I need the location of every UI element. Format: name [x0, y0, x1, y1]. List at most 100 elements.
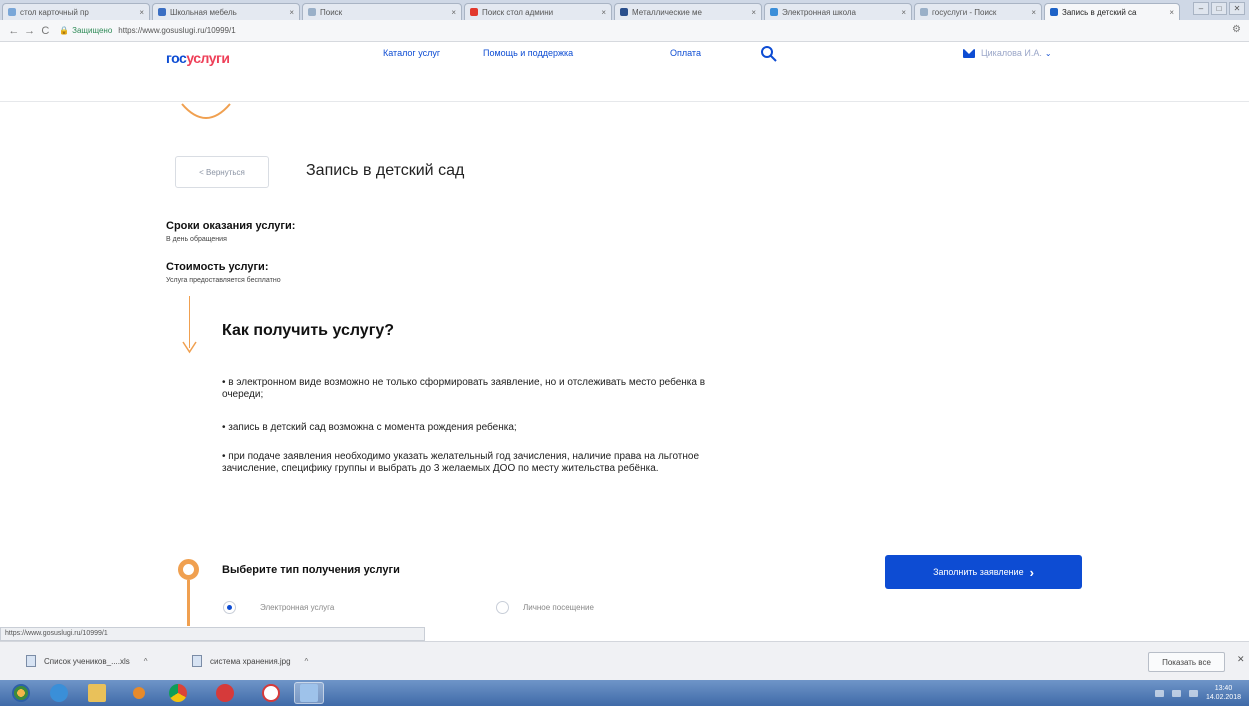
- network-icon[interactable]: [1171, 689, 1181, 697]
- gosuslugi-logo[interactable]: госуслуги: [166, 50, 230, 66]
- taskbar: 13:40 14.02.2018: [0, 680, 1249, 706]
- search-icon[interactable]: [760, 45, 778, 63]
- chevron-up-icon[interactable]: ^: [305, 657, 309, 666]
- browser-tab[interactable]: Поиск ×: [302, 3, 462, 20]
- clock[interactable]: 13:40 14.02.2018: [1206, 684, 1241, 702]
- start-button[interactable]: [6, 682, 36, 704]
- cost-heading: Стоимость услуги:: [166, 261, 269, 273]
- media-player-icon[interactable]: [124, 682, 154, 704]
- favicon-icon: [620, 8, 628, 16]
- folder-icon[interactable]: [82, 682, 112, 704]
- yandex-browser-icon[interactable]: [210, 682, 240, 704]
- tab-close-icon[interactable]: ×: [451, 8, 456, 17]
- fill-application-label: Заполнить заявление: [933, 567, 1024, 577]
- download-item-label: система хранения.jpg: [210, 656, 291, 666]
- browser-tab[interactable]: Металлические ме ×: [614, 3, 762, 20]
- window-controls: – □ ✕: [1193, 2, 1245, 15]
- file-icon: [192, 655, 202, 667]
- user-menu[interactable]: Цикалова И.А. ⌄: [963, 48, 1052, 58]
- chevron-down-icon: ⌄: [1044, 48, 1052, 58]
- show-all-button[interactable]: Показать все: [1148, 652, 1225, 672]
- system-tray: 13:40 14.02.2018: [1092, 680, 1249, 706]
- ie-icon[interactable]: [44, 682, 74, 704]
- browser-tab-label: Поиск стол админи: [482, 7, 554, 17]
- tab-close-icon[interactable]: ×: [1031, 8, 1036, 17]
- download-item[interactable]: система хранения.jpg ^: [192, 653, 308, 669]
- secure-label: Защищено: [72, 26, 113, 35]
- favicon-icon: [470, 8, 478, 16]
- radio-electronic[interactable]: [223, 601, 236, 614]
- minimize-icon[interactable]: –: [1193, 2, 1209, 15]
- browser-tab[interactable]: Школьная мебель ×: [152, 3, 300, 20]
- download-item[interactable]: Список учеников_....xls ^: [26, 653, 148, 669]
- tab-close-icon[interactable]: ×: [601, 8, 606, 17]
- bullet-item: • при подаче заявления необходимо указат…: [222, 451, 700, 474]
- tab-close-icon[interactable]: ×: [901, 8, 906, 17]
- tab-close-icon[interactable]: ×: [751, 8, 756, 17]
- browser-tab[interactable]: Электронная школа ×: [764, 3, 912, 20]
- close-window-icon[interactable]: ✕: [1229, 2, 1245, 15]
- browser-tab-label: Поиск: [320, 7, 343, 17]
- browser-tab[interactable]: Запись в детский са ×: [1044, 3, 1180, 20]
- step-circle-icon: [178, 559, 199, 580]
- chrome-icon[interactable]: [163, 682, 193, 704]
- chevron-up-icon[interactable]: ^: [144, 657, 148, 666]
- browser-tab[interactable]: Поиск стол админи ×: [464, 3, 612, 20]
- nav-payment[interactable]: Оплата: [670, 48, 701, 58]
- back-button[interactable]: < Вернуться: [175, 156, 269, 188]
- radio-visit-label[interactable]: Личное посещение: [523, 603, 594, 612]
- status-url-tooltip: https://www.gosuslugi.ru/10999/1: [0, 627, 425, 641]
- browser-tab-label: стол карточный пр: [20, 7, 89, 17]
- browser-tab-strip: стол карточный пр × Школьная мебель × Поиск ×…: [0, 0, 1249, 20]
- browser-tab[interactable]: стол карточный пр ×: [2, 3, 150, 20]
- nav-catalog[interactable]: Каталог услуг: [383, 48, 440, 58]
- url-input[interactable]: 🔒 Защищено https://www.gosuslugi.ru/1099…: [59, 22, 1243, 39]
- step-line: [187, 580, 190, 626]
- reload-icon[interactable]: C: [37, 25, 53, 37]
- volume-icon[interactable]: [1188, 689, 1198, 697]
- step-title: Выберите тип получения услуги: [222, 564, 400, 576]
- browser-tab-label: Запись в детский са: [1062, 7, 1137, 17]
- file-icon: [26, 655, 36, 667]
- settings-icon[interactable]: ⚙: [1232, 24, 1241, 35]
- close-icon[interactable]: ✕: [1237, 654, 1245, 665]
- bullet-item: • запись в детский сад возможна с момент…: [222, 422, 517, 433]
- favicon-icon: [920, 8, 928, 16]
- favicon-icon: [308, 8, 316, 16]
- mail-icon[interactable]: [963, 48, 975, 58]
- maximize-icon[interactable]: □: [1211, 2, 1227, 15]
- forward-arrow-icon[interactable]: →: [22, 25, 38, 37]
- radio-visit[interactable]: [496, 601, 509, 614]
- browser-tab-label: госуслуги - Поиск: [932, 7, 997, 17]
- tab-close-icon[interactable]: ×: [289, 8, 294, 17]
- radio-electronic-label[interactable]: Электронная услуга: [260, 603, 334, 612]
- browser-tab-label: Электронная школа: [782, 7, 856, 17]
- language-icon[interactable]: [1154, 689, 1164, 697]
- clock-date: 14.02.2018: [1205, 694, 1241, 701]
- favicon-icon: [8, 8, 16, 16]
- clock-time: 13:40: [1214, 685, 1233, 692]
- browser-tab-label: Школьная мебель: [170, 7, 237, 17]
- tab-close-icon[interactable]: ×: [1169, 8, 1174, 17]
- decorative-arc-icon: [181, 103, 231, 119]
- app-window-icon[interactable]: [294, 682, 324, 704]
- arrow-down-icon: [182, 341, 197, 354]
- logo-part-uslugi: услуги: [186, 50, 230, 66]
- lock-icon: 🔒: [59, 26, 70, 35]
- nav-help[interactable]: Помощь и поддержка: [483, 48, 573, 58]
- user-name: Цикалова И.А.: [981, 48, 1042, 58]
- browser-tab[interactable]: госуслуги - Поиск ×: [914, 3, 1042, 20]
- favicon-icon: [770, 8, 778, 16]
- chevron-right-icon: ›: [1029, 564, 1034, 580]
- back-arrow-icon[interactable]: ←: [6, 25, 22, 37]
- page-title: Запись в детский сад: [306, 162, 465, 179]
- tab-close-icon[interactable]: ×: [139, 8, 144, 17]
- downloads-bar: Список учеников_....xls ^ система хранен…: [0, 641, 1249, 680]
- yandex-icon[interactable]: [256, 682, 286, 704]
- fill-application-button[interactable]: Заполнить заявление ›: [885, 555, 1082, 589]
- terms-text: В день обращения: [166, 236, 227, 243]
- favicon-icon: [1050, 8, 1058, 16]
- download-item-label: Список учеников_....xls: [44, 656, 130, 666]
- address-bar: ← → C 🔒 Защищено https://www.gosuslugi.r…: [0, 20, 1249, 42]
- url-text: https://www.gosuslugi.ru/10999/1: [118, 26, 236, 35]
